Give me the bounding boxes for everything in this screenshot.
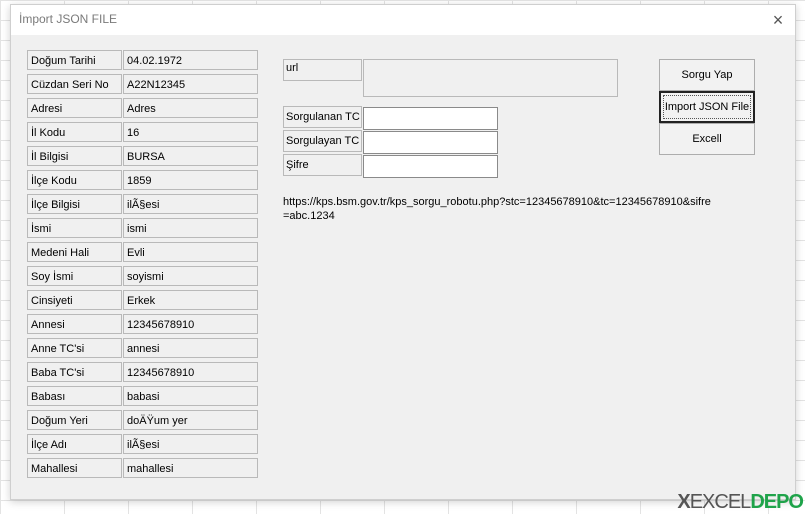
sifre-label: Şifre: [283, 154, 362, 176]
value-annesi: 12345678910: [123, 314, 258, 334]
value-medeni-hali: Evli: [123, 242, 258, 262]
label-anne-tc: Anne TC'si: [27, 338, 122, 358]
close-icon: ×: [772, 9, 784, 30]
sorgulayan-tc-input[interactable]: [363, 131, 498, 154]
value-adresi: Adres: [123, 98, 258, 118]
value-dogum-yeri: doÄŸum yer: [123, 410, 258, 430]
label-ilce-bilgisi: İlçe Bilgisi: [27, 194, 122, 214]
label-adresi: Adresi: [27, 98, 122, 118]
label-dogum-tarihi: Doğum Tarihi: [27, 50, 122, 70]
value-mahallesi: mahallesi: [123, 458, 258, 478]
value-il-bilgisi: BURSA: [123, 146, 258, 166]
result-url-text: https://kps.bsm.gov.tr/kps_sorgu_robotu.…: [283, 196, 711, 222]
sorgulayan-tc-label: Sorgulayan TC: [283, 130, 362, 152]
value-ilce-bilgisi: ilÃ§esi: [123, 194, 258, 214]
label-mahallesi: Mahallesi: [27, 458, 122, 478]
url-label: url: [283, 59, 362, 81]
value-soy-ismi: soyismi: [123, 266, 258, 286]
label-dogum-yeri: Doğum Yeri: [27, 410, 122, 430]
title-bar: İmport JSON FILE ×: [11, 5, 795, 35]
excel-button[interactable]: Excell: [659, 123, 755, 155]
value-cuzdan-seri-no: A22N12345: [123, 74, 258, 94]
label-cinsiyeti: Cinsiyeti: [27, 290, 122, 310]
sifre-input[interactable]: [363, 155, 498, 178]
value-ilce-kodu: 1859: [123, 170, 258, 190]
label-ilce-kodu: İlçe Kodu: [27, 170, 122, 190]
sorgulanan-tc-label: Sorgulanan TC: [283, 106, 362, 128]
label-soy-ismi: Soy İsmi: [27, 266, 122, 286]
sorgulanan-tc-input[interactable]: [363, 107, 498, 130]
logo-depo-text: DEPO: [750, 491, 804, 513]
import-json-button[interactable]: Import JSON File: [659, 91, 755, 123]
url-field[interactable]: [363, 59, 618, 97]
query-button[interactable]: Sorgu Yap: [659, 59, 755, 91]
logo-x-mark: X: [677, 491, 690, 513]
label-baba-tc: Baba TC'si: [27, 362, 122, 382]
label-il-bilgisi: İl Bilgisi: [27, 146, 122, 166]
value-dogum-tarihi: 04.02.1972: [123, 50, 258, 70]
label-babasi: Babası: [27, 386, 122, 406]
value-cinsiyeti: Erkek: [123, 290, 258, 310]
label-il-kodu: İl Kodu: [27, 122, 122, 142]
value-anne-tc: annesi: [123, 338, 258, 358]
value-baba-tc: 12345678910: [123, 362, 258, 382]
label-medeni-hali: Medeni Hali: [27, 242, 122, 262]
label-ilce-adi: İlçe Adı: [27, 434, 122, 454]
label-annesi: Annesi: [27, 314, 122, 334]
value-babasi: babasi: [123, 386, 258, 406]
import-json-dialog: İmport JSON FILE × Doğum Tarihi 04.02.19…: [10, 4, 796, 500]
label-ismi: İsmi: [27, 218, 122, 238]
label-cuzdan-seri-no: Cüzdan Seri No: [27, 74, 122, 94]
logo-excel-text: EXCEL: [689, 491, 752, 513]
close-button[interactable]: ×: [761, 5, 795, 35]
value-ilce-adi: ilÃ§esi: [123, 434, 258, 454]
value-ismi: ismi: [123, 218, 258, 238]
value-il-kodu: 16: [123, 122, 258, 142]
window-title: İmport JSON FILE: [19, 12, 118, 26]
exceldepo-logo: XEXCELDEPO: [677, 491, 804, 514]
